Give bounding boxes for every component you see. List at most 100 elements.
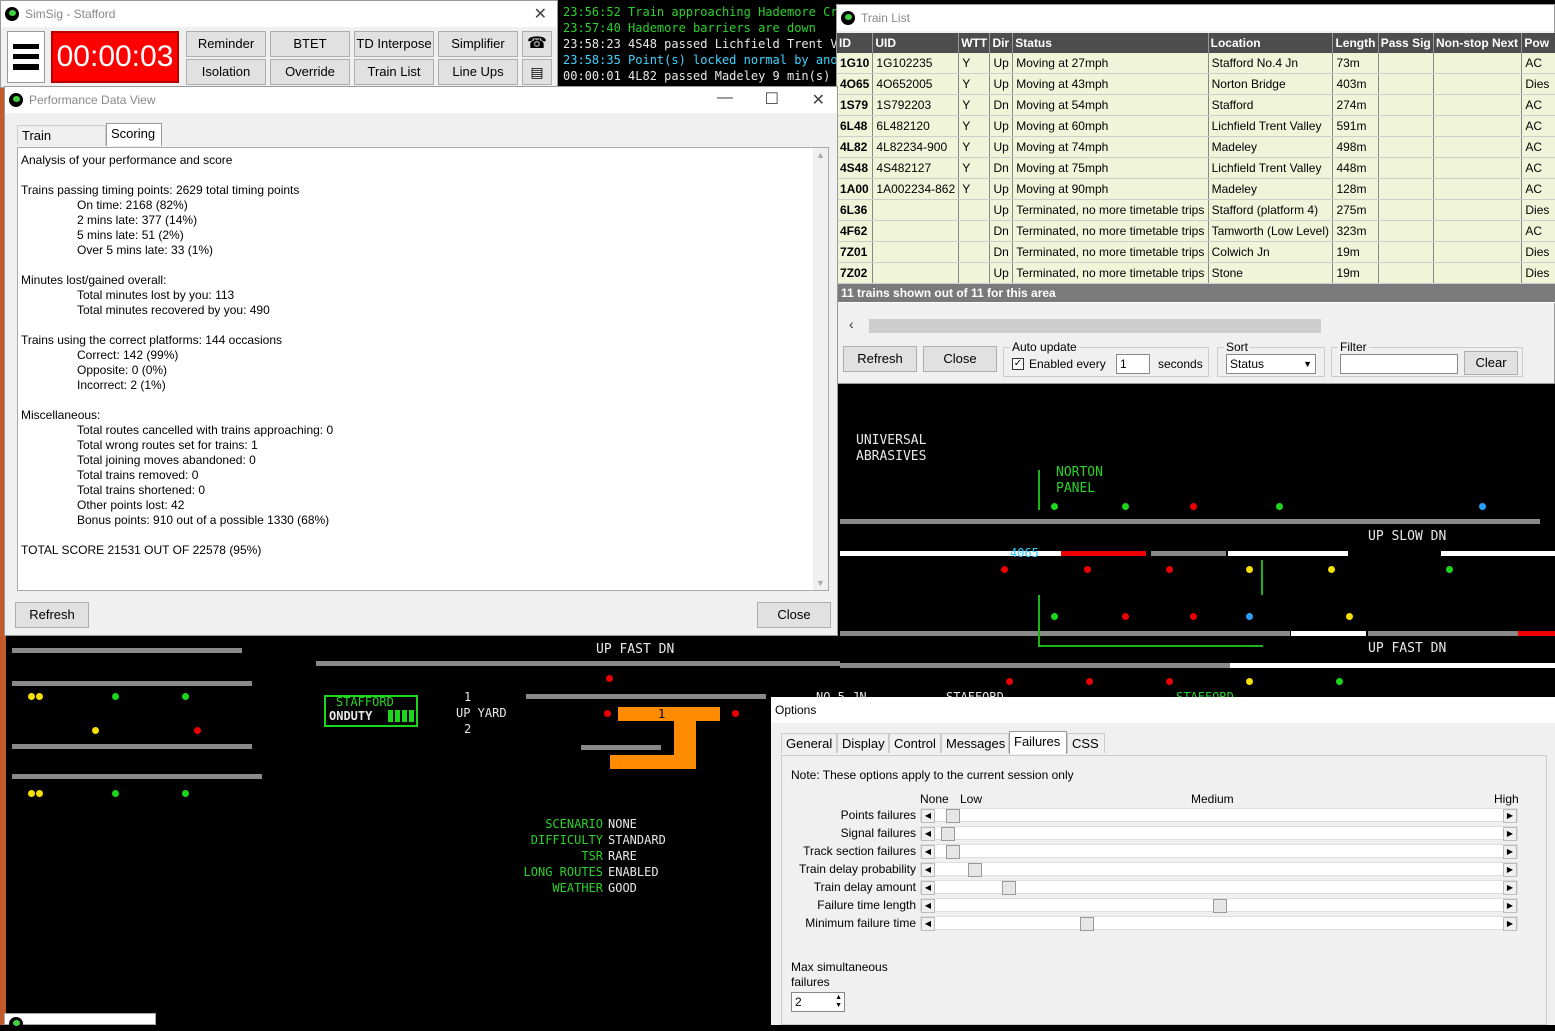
slider-left-icon[interactable]: ◀ [921, 899, 935, 913]
column-header[interactable]: Pass Sig [1378, 33, 1435, 53]
signal[interactable] [36, 790, 43, 797]
signal[interactable] [604, 710, 611, 717]
signal[interactable] [1166, 678, 1173, 685]
failure-slider[interactable]: ◀ ▶ [920, 808, 1518, 823]
tab-messages[interactable]: Messages [941, 733, 1009, 753]
slider-left-icon[interactable]: ◀ [921, 809, 935, 823]
tab-control[interactable]: Control [889, 733, 941, 753]
train-list-button[interactable]: Train List [354, 59, 434, 85]
column-header[interactable]: Length [1332, 33, 1379, 53]
signal[interactable] [112, 693, 119, 700]
isolation-button[interactable]: Isolation [186, 59, 266, 85]
signal[interactable] [1246, 678, 1253, 685]
horizontal-scrollbar[interactable]: ‹ [849, 316, 1321, 333]
slider-left-icon[interactable]: ◀ [921, 845, 935, 859]
signal[interactable] [36, 693, 43, 700]
column-header[interactable]: Dir [989, 33, 1014, 53]
close-icon[interactable]: ✕ [812, 90, 825, 110]
printer-button[interactable]: ▤ [522, 59, 552, 85]
sort-select[interactable]: Status ▼ [1226, 354, 1316, 374]
line-ups-button[interactable]: Line Ups [438, 59, 518, 85]
train-berth-4065[interactable]: 4065 [1010, 546, 1039, 560]
tab-css[interactable]: CSS [1067, 733, 1105, 753]
signal[interactable] [112, 790, 119, 797]
column-header[interactable]: Status [1012, 33, 1209, 53]
signal[interactable] [1328, 566, 1335, 573]
signal[interactable] [1086, 678, 1093, 685]
signal[interactable] [92, 727, 99, 734]
tab-failures[interactable]: Failures [1009, 731, 1067, 754]
signal[interactable] [1166, 566, 1173, 573]
train-row[interactable]: 1G10 1G102235 Y Up Moving at 27mph Stafford N… [837, 53, 1555, 74]
td-interpose-button[interactable]: TD Interpose [354, 31, 434, 57]
failure-slider[interactable]: ◀ ▶ [920, 898, 1518, 913]
tab-display[interactable]: Display [837, 733, 889, 753]
signal[interactable] [1001, 566, 1008, 573]
signal[interactable] [1190, 503, 1197, 510]
signal[interactable] [1084, 566, 1091, 573]
signal[interactable] [1006, 678, 1013, 685]
signal[interactable] [1122, 503, 1129, 510]
column-header[interactable]: UID [872, 33, 960, 53]
slider-thumb[interactable] [946, 809, 961, 823]
train-row[interactable]: 7Z02 Up Terminated, no more timetable trip… [837, 262, 1555, 284]
btet-button[interactable]: BTET [270, 31, 350, 57]
train-row[interactable]: 1A00 1A002234-862 Y Up Moving at 90mph Madele… [837, 178, 1555, 200]
column-header[interactable]: Non-stop Next [1433, 33, 1523, 53]
menu-button[interactable] [7, 31, 45, 83]
slider-right-icon[interactable]: ▶ [1503, 809, 1517, 823]
slider-thumb[interactable] [940, 827, 955, 841]
train-list-close-button[interactable]: Close [923, 346, 997, 372]
scroll-left-icon[interactable]: ‹ [849, 316, 854, 332]
slider-left-icon[interactable]: ◀ [921, 881, 935, 895]
failure-slider[interactable]: ◀ ▶ [920, 916, 1518, 931]
failure-slider[interactable]: ◀ ▶ [920, 862, 1518, 877]
slider-left-icon[interactable]: ◀ [921, 863, 935, 877]
telephone-button[interactable]: ☎ [522, 31, 552, 57]
signal[interactable] [606, 675, 613, 682]
signal[interactable] [1246, 613, 1253, 620]
interval-spinner[interactable]: 1 [1116, 354, 1150, 374]
minimize-icon[interactable]: — [717, 89, 733, 107]
column-header[interactable]: WTT [958, 33, 991, 53]
simplifier-button[interactable]: Simplifier [438, 31, 518, 57]
close-icon[interactable]: ✕ [534, 4, 547, 24]
signal[interactable] [194, 727, 201, 734]
train-row[interactable]: 4L82 4L82234-900 Y Up Moving at 74mph Madeley… [837, 136, 1555, 158]
slider-thumb[interactable] [1079, 917, 1094, 931]
train-row[interactable]: 4O65 4O652005 Y Up Moving at 43mph Norton Bri… [837, 73, 1555, 95]
tab-train-running[interactable]: Train Running [17, 125, 106, 163]
filter-input[interactable] [1340, 354, 1458, 374]
filter-clear-button[interactable]: Clear [1464, 351, 1518, 375]
train-row[interactable]: 1S79 1S792203 Y Dn Moving at 54mph Stafford 27… [837, 94, 1555, 116]
spinner-arrows-icon[interactable]: ▲ ▼ [835, 994, 842, 1010]
signal[interactable] [1479, 503, 1486, 510]
maximize-icon[interactable]: ☐ [765, 89, 779, 109]
slider-thumb[interactable] [968, 863, 983, 877]
slider-right-icon[interactable]: ▶ [1503, 917, 1517, 931]
slider-right-icon[interactable]: ▶ [1503, 881, 1517, 895]
slider-right-icon[interactable]: ▶ [1503, 899, 1517, 913]
signal[interactable] [1122, 613, 1129, 620]
failure-slider[interactable]: ◀ ▶ [920, 826, 1518, 841]
tab-general[interactable]: General [781, 733, 837, 753]
scroll-up-icon[interactable]: ▲ [816, 150, 825, 160]
slider-right-icon[interactable]: ▶ [1503, 863, 1517, 877]
signal[interactable] [1336, 678, 1343, 685]
vertical-scrollbar[interactable]: ▲ ▼ [813, 148, 828, 590]
train-row[interactable]: 4S48 4S482127 Y Dn Moving at 75mph Lichfield … [837, 157, 1555, 179]
signal[interactable] [28, 693, 35, 700]
failure-slider[interactable]: ◀ ▶ [920, 844, 1518, 859]
train-row[interactable]: 6L48 6L482120 Y Up Moving at 60mph Lichfield … [837, 115, 1555, 137]
signal[interactable] [1051, 613, 1058, 620]
train-row[interactable]: 6L36 Up Terminated, no more timetable trip… [837, 199, 1555, 221]
failure-slider[interactable]: ◀ ▶ [920, 880, 1518, 895]
tab-scoring[interactable]: Scoring [106, 123, 162, 146]
slider-thumb[interactable] [1001, 881, 1016, 895]
signal[interactable] [1276, 503, 1283, 510]
performance-close-button[interactable]: Close [757, 602, 831, 628]
signal[interactable] [182, 693, 189, 700]
signal[interactable] [732, 710, 739, 717]
override-button[interactable]: Override [270, 59, 350, 85]
enabled-checkbox[interactable]: ✓ [1012, 358, 1024, 370]
